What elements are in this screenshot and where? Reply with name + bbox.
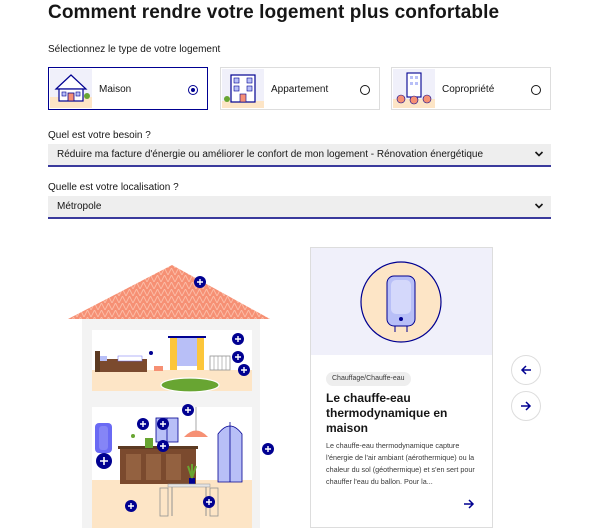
housing-option-appartement[interactable]: Appartement	[220, 67, 380, 110]
housing-option-maison[interactable]: Maison	[48, 67, 208, 110]
need-label: Quel est votre besoin ?	[48, 130, 151, 141]
need-select[interactable]: Réduire ma facture d'énergie ou améliore…	[48, 144, 551, 167]
category-tag: Chauffage/Chauffe-eau	[326, 372, 411, 386]
condo-thumbnail-icon	[393, 69, 435, 108]
chevron-down-icon	[534, 203, 544, 209]
housing-option-copropriete[interactable]: Copropriété	[391, 67, 551, 110]
housing-option-label: Copropriété	[442, 84, 495, 95]
housing-option-label: Maison	[99, 84, 132, 95]
radio-selected-icon[interactable]	[188, 85, 198, 95]
housing-type-label: Sélectionnez le type de votre logement	[48, 44, 221, 55]
location-select[interactable]: Métropole	[48, 196, 551, 219]
info-card[interactable]: Chauffage/Chauffe-eau Le chauffe-eau the…	[310, 247, 493, 528]
next-button[interactable]	[511, 391, 541, 421]
card-title[interactable]: Le chauffe-eau thermodynamique en maison	[326, 391, 486, 436]
location-select-value: Métropole	[57, 201, 102, 212]
arrow-right-icon	[521, 401, 532, 411]
apartment-thumbnail-icon	[222, 69, 264, 108]
water-heater-icon	[360, 261, 442, 343]
house-thumbnail-icon	[50, 69, 92, 108]
need-select-value: Réduire ma facture d'énergie ou améliore…	[57, 149, 484, 160]
card-description: Le chauffe-eau thermodynamique capture l…	[326, 441, 475, 486]
page-title: Comment rendre votre logement plus confo…	[48, 2, 500, 23]
chevron-down-icon	[534, 151, 544, 157]
location-label: Quelle est votre localisation ?	[48, 182, 179, 193]
house-illustration	[68, 265, 274, 528]
previous-button[interactable]	[511, 355, 541, 385]
arrow-right-icon[interactable]	[463, 498, 475, 510]
housing-option-label: Appartement	[271, 84, 329, 95]
radio-unselected-icon[interactable]	[360, 85, 370, 95]
arrow-left-icon	[520, 365, 531, 375]
radio-unselected-icon[interactable]	[531, 85, 541, 95]
card-image	[311, 248, 492, 355]
